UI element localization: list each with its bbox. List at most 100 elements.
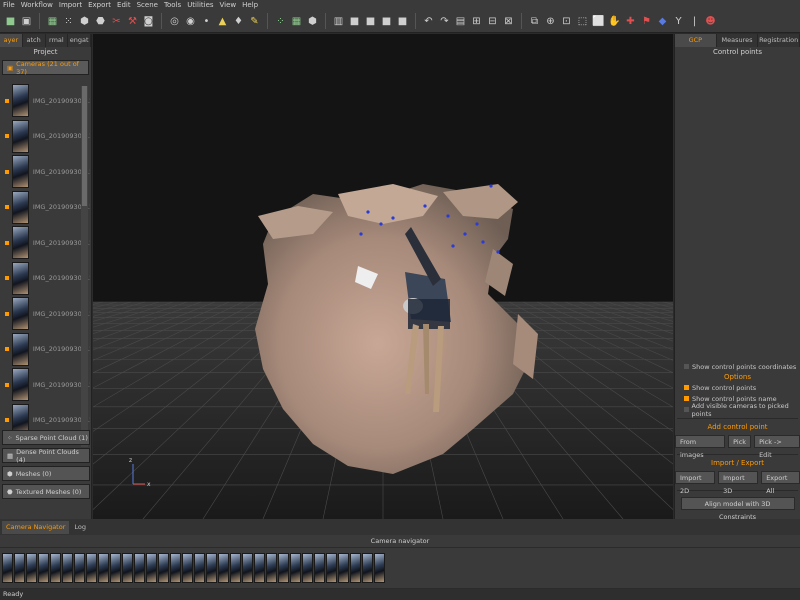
axis-icon[interactable]: Y bbox=[672, 15, 685, 28]
option-show-points[interactable]: Show control points bbox=[675, 382, 800, 393]
show-coords-option[interactable]: Show control points coordinates bbox=[675, 361, 800, 372]
droplet-icon[interactable]: ♦ bbox=[232, 15, 245, 28]
cameras-group-button[interactable]: ▣ Cameras (21 out of 37) bbox=[2, 60, 89, 76]
tab-registration[interactable]: Registration bbox=[758, 34, 800, 47]
capture-icon[interactable]: ◙ bbox=[142, 15, 155, 28]
import-3d-button[interactable]: Import 3D bbox=[718, 471, 759, 495]
robot-icon[interactable]: ☻ bbox=[704, 15, 717, 28]
align-model-button[interactable]: Align model with 3D Constraints bbox=[680, 497, 795, 521]
rotate-icon[interactable]: ◎ bbox=[168, 15, 181, 28]
lasso-icon[interactable]: ⊞ bbox=[470, 15, 483, 28]
camera-grid-icon[interactable]: ▦ bbox=[46, 15, 59, 28]
show-coords-checkbox[interactable] bbox=[684, 364, 689, 369]
pick-button[interactable]: Pick bbox=[728, 435, 752, 448]
camera-filmstrip[interactable] bbox=[0, 548, 800, 588]
list-item[interactable]: IMG_20190930_12 bbox=[2, 83, 90, 119]
menu-view[interactable]: View bbox=[220, 0, 237, 10]
filmstrip-thumbnail[interactable] bbox=[350, 553, 361, 583]
filmstrip-thumbnail[interactable] bbox=[146, 553, 157, 583]
tab-gcp[interactable]: GCP bbox=[675, 34, 717, 47]
undo-icon[interactable]: ↶ bbox=[422, 15, 435, 28]
ruler-icon[interactable]: | bbox=[688, 15, 701, 28]
list-item[interactable]: IMG_20190930_12 bbox=[2, 367, 90, 403]
filmstrip-thumbnail[interactable] bbox=[362, 553, 373, 583]
filmstrip-thumbnail[interactable] bbox=[194, 553, 205, 583]
tab-layer[interactable]: ayer bbox=[0, 34, 23, 47]
tab-batch[interactable]: atch bbox=[23, 34, 46, 47]
menu-workflow[interactable]: Workflow bbox=[21, 0, 53, 10]
dots-icon[interactable]: ⁙ bbox=[62, 15, 75, 28]
menu-edit[interactable]: Edit bbox=[117, 0, 131, 10]
from-images-button[interactable]: From images bbox=[675, 435, 726, 459]
filmstrip-thumbnail[interactable] bbox=[74, 553, 85, 583]
3d-viewport[interactable]: z x bbox=[93, 34, 673, 519]
menu-file[interactable]: File bbox=[3, 0, 15, 10]
sparse-cloud-button[interactable]: ⁘ Sparse Point Cloud (1) bbox=[2, 430, 90, 445]
scrollbar-thumb[interactable] bbox=[82, 86, 87, 206]
dense-cloud-button[interactable]: ▦ Dense Point Clouds (4) bbox=[2, 448, 90, 464]
tab-engage[interactable]: engat bbox=[68, 34, 91, 47]
region-icon[interactable]: ⊟ bbox=[486, 15, 499, 28]
box4-icon[interactable]: ■ bbox=[396, 15, 409, 28]
menu-help[interactable]: Help bbox=[242, 0, 258, 10]
list-item[interactable]: IMG_20190930_12 bbox=[2, 119, 90, 155]
hand-icon[interactable]: ✋ bbox=[608, 15, 621, 28]
control-points-list[interactable] bbox=[675, 57, 800, 361]
filmstrip-thumbnail[interactable] bbox=[254, 553, 265, 583]
option-add-cameras[interactable]: Add visible cameras to picked points bbox=[675, 402, 800, 418]
filmstrip-thumbnail[interactable] bbox=[278, 553, 289, 583]
tab-camera-navigator[interactable]: Camera Navigator bbox=[2, 520, 70, 534]
filmstrip-thumbnail[interactable] bbox=[206, 553, 217, 583]
list-item[interactable]: IMG_20190930_12 bbox=[2, 296, 90, 332]
mesh-icon[interactable]: ⬢ bbox=[78, 15, 91, 28]
menu-import[interactable]: Import bbox=[59, 0, 82, 10]
filmstrip-thumbnail[interactable] bbox=[338, 553, 349, 583]
filmstrip-thumbnail[interactable] bbox=[314, 553, 325, 583]
filmstrip-thumbnail[interactable] bbox=[50, 553, 61, 583]
filmstrip-thumbnail[interactable] bbox=[122, 553, 133, 583]
crop-icon[interactable]: ⊠ bbox=[502, 15, 515, 28]
point-icon[interactable]: • bbox=[200, 15, 213, 28]
filmstrip-thumbnail[interactable] bbox=[26, 553, 37, 583]
filmstrip-thumbnail[interactable] bbox=[290, 553, 301, 583]
import-2d-button[interactable]: Import 2D bbox=[675, 471, 716, 495]
target-icon[interactable]: ⊕ bbox=[544, 15, 557, 28]
camera-list-scrollbar[interactable] bbox=[81, 86, 88, 447]
select-icon[interactable]: ▤ bbox=[454, 15, 467, 28]
tab-normal[interactable]: rmal bbox=[46, 34, 69, 47]
filmstrip-thumbnail[interactable] bbox=[110, 553, 121, 583]
viewport-canvas[interactable]: z x bbox=[93, 34, 673, 519]
filmstrip-thumbnail[interactable] bbox=[38, 553, 49, 583]
flag-icon[interactable]: ⚑ bbox=[640, 15, 653, 28]
filter-icon[interactable]: ⊡ bbox=[560, 15, 573, 28]
filmstrip-thumbnail[interactable] bbox=[266, 553, 277, 583]
menu-export[interactable]: Export bbox=[88, 0, 111, 10]
show-points-checkbox[interactable] bbox=[684, 385, 689, 390]
meshes-button[interactable]: ⬢ Meshes (0) bbox=[2, 466, 90, 481]
list-item[interactable]: IMG_20190930_12 bbox=[2, 261, 90, 297]
filmstrip-thumbnail[interactable] bbox=[326, 553, 337, 583]
filmstrip-thumbnail[interactable] bbox=[14, 553, 25, 583]
list-item[interactable]: IMG_20190930_12 bbox=[2, 225, 90, 261]
filmstrip-thumbnail[interactable] bbox=[86, 553, 97, 583]
save-icon[interactable]: ▣ bbox=[20, 15, 33, 28]
tab-measures[interactable]: Measures bbox=[717, 34, 759, 47]
palette-icon[interactable]: ◆ bbox=[656, 15, 669, 28]
list-item[interactable]: IMG_20190930_12 bbox=[2, 190, 90, 226]
pin-icon[interactable]: ✚ bbox=[624, 15, 637, 28]
menu-scene[interactable]: Scene bbox=[137, 0, 158, 10]
menu-utilities[interactable]: Utilities bbox=[187, 0, 213, 10]
redo-icon[interactable]: ↷ bbox=[438, 15, 451, 28]
list-item[interactable]: IMG_20190930_12 bbox=[2, 154, 90, 190]
filmstrip-thumbnail[interactable] bbox=[182, 553, 193, 583]
scale-icon[interactable]: ⬚ bbox=[576, 15, 589, 28]
box-icon[interactable]: ■ bbox=[348, 15, 361, 28]
filmstrip-thumbnail[interactable] bbox=[134, 553, 145, 583]
box3-icon[interactable]: ■ bbox=[380, 15, 393, 28]
filmstrip-thumbnail[interactable] bbox=[218, 553, 229, 583]
filmstrip-thumbnail[interactable] bbox=[170, 553, 181, 583]
solid-icon[interactable]: ⬢ bbox=[306, 15, 319, 28]
filmstrip-thumbnail[interactable] bbox=[230, 553, 241, 583]
export-all-button[interactable]: Export All bbox=[761, 471, 800, 495]
box2-icon[interactable]: ■ bbox=[364, 15, 377, 28]
